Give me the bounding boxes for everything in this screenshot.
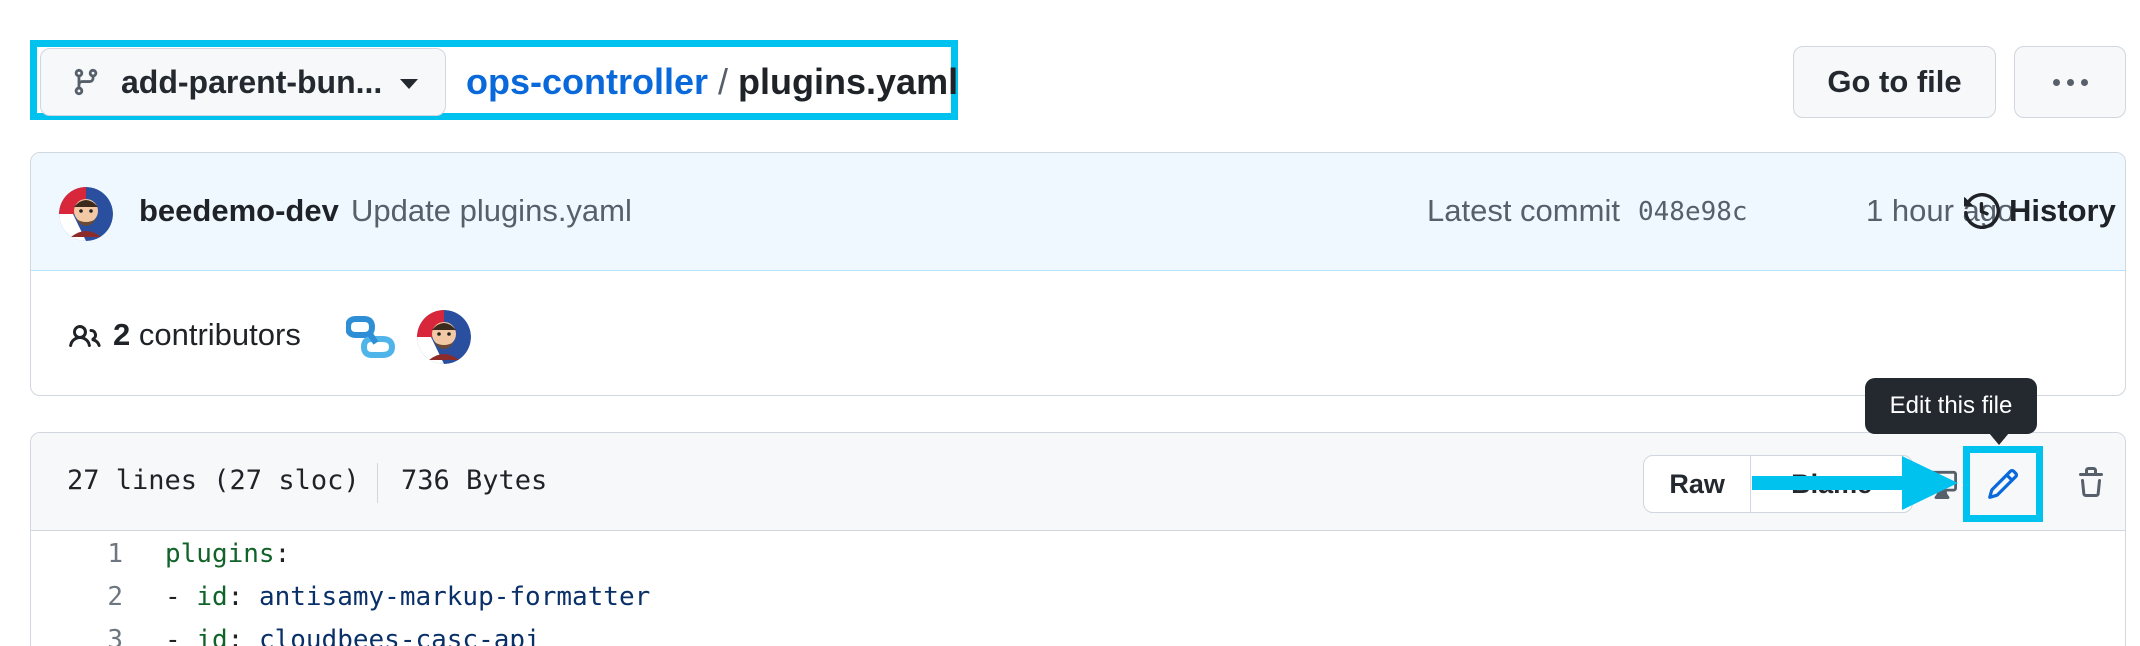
kebab-dot-icon (2052, 78, 2060, 86)
contributors-label: contributors (138, 317, 301, 352)
latest-commit-label: Latest commit (1427, 193, 1620, 228)
pencil-icon (1988, 468, 2019, 499)
code-line: 3 - id: cloudbees-casc-api (31, 625, 2125, 646)
edit-tooltip: Edit this file (1865, 378, 2037, 434)
breadcrumb: ops-controller / plugins.yaml (466, 54, 958, 110)
file-size: 736 Bytes (401, 465, 548, 496)
cloudbees-logo-avatar[interactable] (346, 313, 400, 361)
line-number[interactable]: 3 (31, 625, 123, 646)
edit-file-button[interactable] (1963, 446, 2043, 522)
code-line: 2 - id: antisamy-markup-formatter (31, 582, 2125, 622)
author-avatar[interactable] (59, 187, 113, 241)
latest-commit-box: beedemo-dev Update plugins.yaml Latest c… (30, 152, 2126, 396)
commit-header (31, 153, 2125, 271)
line-number[interactable]: 1 (31, 539, 123, 569)
commit-sha-link[interactable]: 048e98c (1638, 197, 1748, 227)
commit-author-link[interactable]: beedemo-dev (139, 193, 339, 229)
repo-link[interactable]: ops-controller (466, 61, 708, 103)
history-icon[interactable] (1964, 193, 2000, 229)
line-number[interactable]: 2 (31, 582, 123, 612)
git-branch-icon (74, 68, 98, 96)
contributor-avatar[interactable] (417, 310, 471, 364)
caret-down-icon (400, 79, 419, 89)
annotation-arrow-icon (1752, 456, 1958, 510)
kebab-dot-icon (2080, 78, 2088, 86)
people-icon (69, 324, 101, 348)
code-text: - id: cloudbees-casc-api (165, 625, 541, 646)
code-text: - id: antisamy-markup-formatter (165, 582, 651, 612)
more-options-button[interactable] (2014, 46, 2126, 118)
branch-selector-button[interactable]: add-parent-bun... (40, 48, 446, 116)
raw-button[interactable]: Raw (1644, 456, 1752, 512)
go-to-file-button[interactable]: Go to file (1793, 46, 1996, 118)
tooltip-pointer (1989, 433, 2009, 445)
divider (377, 463, 378, 503)
history-link[interactable]: History (2009, 193, 2116, 229)
file-lines-info: 27 lines (27 sloc) (67, 465, 360, 496)
contributors-link[interactable]: 2 contributors (113, 317, 301, 353)
file-name: plugins.yaml (738, 61, 959, 102)
branch-name: add-parent-bun... (121, 63, 383, 100)
contributors-count: 2 (113, 317, 131, 352)
code-text: plugins: (165, 539, 291, 569)
code-line: 1 plugins: (31, 539, 2125, 579)
kebab-dot-icon (2066, 78, 2074, 86)
trash-icon[interactable] (2075, 465, 2107, 501)
commit-message-link[interactable]: Update plugins.yaml (351, 193, 632, 229)
breadcrumb-separator: / (718, 61, 729, 102)
